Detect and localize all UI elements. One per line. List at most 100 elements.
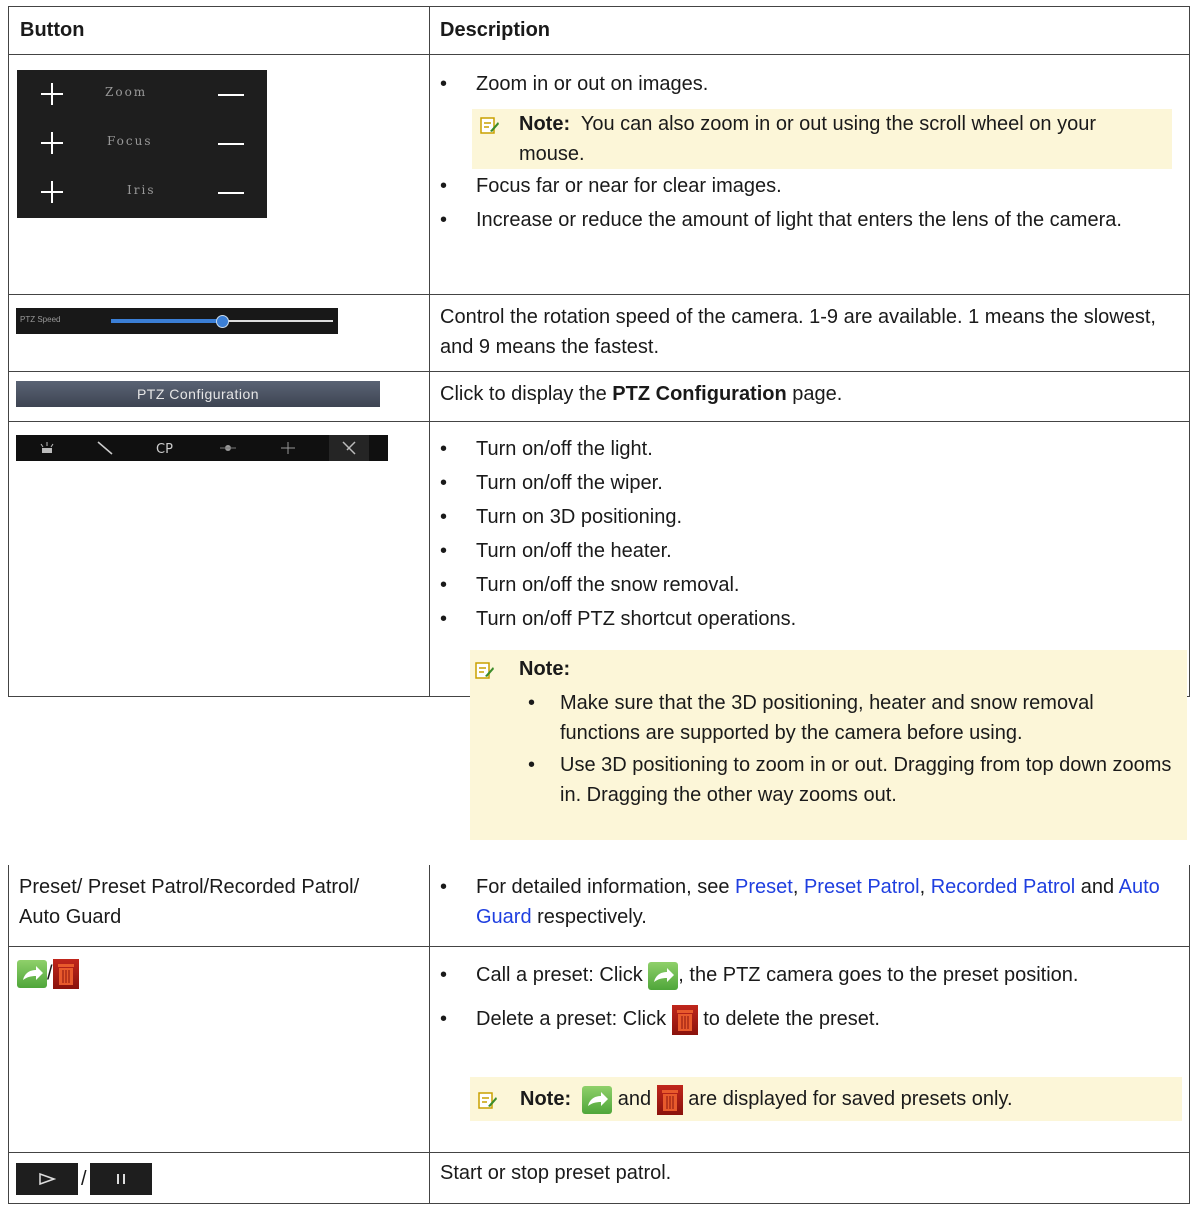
focus-far-button[interactable] bbox=[218, 143, 244, 145]
shortcut-button[interactable] bbox=[329, 435, 369, 461]
recorded-patrol-link[interactable]: Recorded Patrol bbox=[931, 876, 1076, 898]
3d-positioning-icon[interactable]: CP bbox=[154, 439, 178, 457]
description-list: Turn on/off the light. Turn on/off the w… bbox=[430, 434, 1179, 634]
slash-separator: / bbox=[81, 1167, 87, 1190]
header-button-label: Button bbox=[20, 19, 85, 41]
desc-text: , bbox=[792, 876, 804, 898]
svg-text:CP: CP bbox=[156, 442, 173, 457]
note-box: Note: and are displayed for saved preset… bbox=[470, 1077, 1182, 1121]
light-icon[interactable] bbox=[38, 440, 56, 456]
desc-text: , bbox=[919, 876, 931, 898]
table-row: PTZ Configuration Click to display the P… bbox=[8, 372, 1190, 422]
zoom-label: Zoom bbox=[105, 85, 148, 99]
desc-text: and bbox=[1075, 876, 1119, 898]
desc-text: to delete the preset. bbox=[697, 1008, 880, 1030]
zoom-focus-iris-panel: Zoom Focus Iris bbox=[17, 70, 267, 218]
desc-text: page. bbox=[786, 383, 843, 405]
list-item: Delete a preset: Click to delete the pre… bbox=[430, 1002, 1179, 1036]
patrol-description: Start or stop preset patrol. bbox=[440, 1162, 672, 1184]
snow-removal-icon[interactable] bbox=[278, 440, 298, 456]
ptz-speed-slider-panel: PTZ Speed bbox=[16, 308, 338, 334]
button-cell: PTZ Speed bbox=[9, 295, 429, 371]
description-list-2: Focus far or near for clear images. Incr… bbox=[430, 171, 1179, 235]
zoom-in-button[interactable] bbox=[41, 83, 63, 105]
description-list: Call a preset: Click , the PTZ camera go… bbox=[430, 958, 1179, 1036]
desc-text: For detailed information, see bbox=[476, 876, 736, 898]
delete-preset-icon[interactable] bbox=[52, 959, 79, 989]
header-description-label: Description bbox=[440, 19, 551, 41]
list-item: Zoom in or out on images. bbox=[430, 69, 1179, 99]
speed-description: Control the rotation speed of the camera… bbox=[440, 306, 1156, 358]
list-item: Use 3D positioning to zoom in or out. Dr… bbox=[518, 750, 1173, 810]
list-item: Call a preset: Click , the PTZ camera go… bbox=[430, 958, 1179, 992]
table-row: Zoom Focus Iris Zoom in or out on images… bbox=[8, 55, 1190, 295]
preset-patrol-link[interactable]: Preset Patrol bbox=[804, 876, 920, 898]
call-preset-icon bbox=[648, 961, 679, 990]
table-row: / Call a preset: Click , the PTZ camera … bbox=[8, 947, 1190, 1153]
note-text: You can also zoom in or out using the sc… bbox=[519, 113, 1096, 165]
ptz-button-table: Button Description Zoom Focus Iris Zoom … bbox=[8, 6, 1190, 697]
desc-text: , the PTZ camera goes to the preset posi… bbox=[678, 964, 1079, 986]
header-cell-description: Description bbox=[430, 7, 1189, 54]
preset-types-label: Preset/ Preset Patrol/Recorded Patrol/ A… bbox=[19, 876, 360, 928]
focus-near-button[interactable] bbox=[41, 132, 63, 154]
desc-text: Click to display the bbox=[440, 383, 613, 405]
slider-handle[interactable] bbox=[216, 315, 229, 328]
table-row: / Start or stop preset patrol. bbox=[8, 1153, 1190, 1204]
list-item: Increase or reduce the amount of light t… bbox=[430, 205, 1179, 235]
focus-label: Focus bbox=[107, 134, 153, 148]
iris-close-button[interactable] bbox=[218, 192, 244, 194]
note-text: are displayed for saved presets only. bbox=[682, 1088, 1013, 1110]
delete-preset-icon bbox=[671, 1004, 698, 1035]
start-patrol-button[interactable] bbox=[16, 1163, 78, 1195]
ptz-speed-label: PTZ Speed bbox=[20, 315, 61, 324]
zoom-out-button[interactable] bbox=[218, 94, 244, 96]
note-list: Make sure that the 3D positioning, heate… bbox=[518, 688, 1173, 810]
description-cell: Call a preset: Click , the PTZ camera go… bbox=[430, 947, 1189, 1152]
description-cell: For detailed information, see Preset, Pr… bbox=[430, 865, 1189, 946]
description-list: Zoom in or out on images. bbox=[430, 69, 1179, 99]
list-item: Turn on 3D positioning. bbox=[430, 502, 1179, 532]
table-row: Preset/ Preset Patrol/Recorded Patrol/ A… bbox=[8, 865, 1190, 947]
button-cell: PTZ Configuration bbox=[9, 372, 429, 421]
button-cell: / bbox=[9, 1153, 429, 1203]
button-cell: Preset/ Preset Patrol/Recorded Patrol/ A… bbox=[9, 865, 429, 946]
ptz-button-table-continued: Preset/ Preset Patrol/Recorded Patrol/ A… bbox=[8, 865, 1190, 1204]
desc-bold: PTZ Configuration bbox=[612, 383, 787, 405]
note-label: Note: bbox=[520, 1088, 572, 1110]
iris-label: Iris bbox=[127, 183, 156, 197]
heater-icon[interactable] bbox=[218, 440, 238, 456]
description-cell: Click to display the PTZ Configuration p… bbox=[430, 372, 1189, 421]
description-cell: Control the rotation speed of the camera… bbox=[430, 295, 1189, 371]
description-cell: Start or stop preset patrol. bbox=[430, 1153, 1189, 1203]
stop-patrol-button[interactable] bbox=[89, 1163, 152, 1195]
list-item: Make sure that the 3D positioning, heate… bbox=[518, 688, 1173, 748]
note-icon bbox=[475, 656, 495, 686]
button-cell: / bbox=[9, 947, 429, 1152]
description-list: For detailed information, see Preset, Pr… bbox=[430, 872, 1179, 932]
note-text: and bbox=[612, 1088, 657, 1110]
call-preset-icon[interactable] bbox=[17, 960, 47, 988]
list-item: Turn on/off the snow removal. bbox=[430, 570, 1179, 600]
shortcut-icon bbox=[342, 441, 356, 455]
ptz-function-toolbar: CP bbox=[16, 435, 388, 461]
slider-fill bbox=[111, 319, 222, 323]
iris-open-button[interactable] bbox=[41, 181, 63, 203]
note-label: Note: bbox=[519, 658, 571, 680]
desc-text: Delete a preset: Click bbox=[476, 1008, 672, 1030]
list-item: Turn on/off the heater. bbox=[430, 536, 1179, 566]
delete-preset-icon bbox=[656, 1084, 683, 1115]
description-cell: Zoom in or out on images. Note: You can … bbox=[430, 55, 1189, 294]
ptz-configuration-button[interactable]: PTZ Configuration bbox=[16, 381, 380, 407]
button-cell: Zoom Focus Iris bbox=[9, 55, 429, 294]
desc-text: Call a preset: Click bbox=[476, 964, 649, 986]
note-icon bbox=[478, 1079, 498, 1123]
note-box: Note: Make sure that the 3D positioning,… bbox=[470, 650, 1187, 840]
list-item: Turn on/off the light. bbox=[430, 434, 1179, 464]
list-item: Focus far or near for clear images. bbox=[430, 171, 1179, 201]
wiper-icon[interactable] bbox=[96, 440, 114, 456]
header-cell-button: Button bbox=[9, 7, 429, 54]
preset-link[interactable]: Preset bbox=[735, 876, 793, 898]
note-icon bbox=[480, 111, 500, 141]
button-cell: CP bbox=[9, 422, 429, 696]
